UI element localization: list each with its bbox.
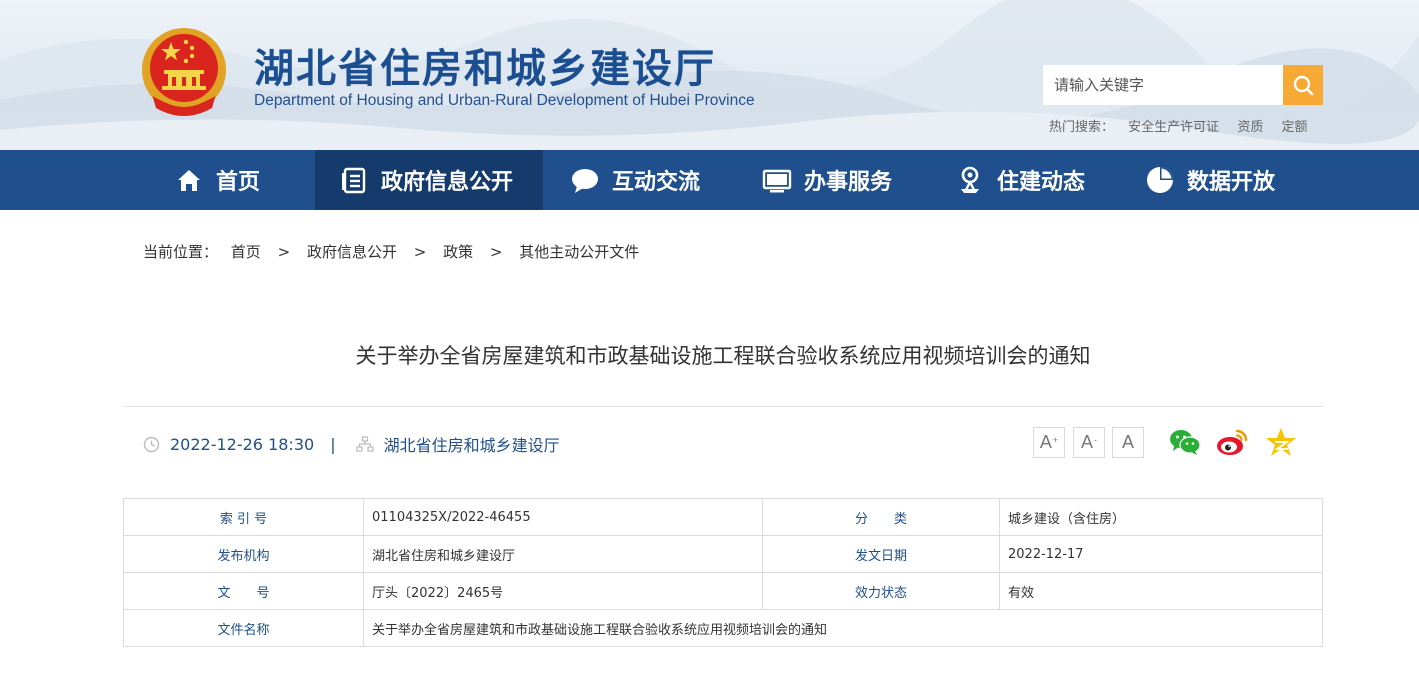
nav-item-home[interactable]: 首页 bbox=[160, 150, 274, 210]
pie-chart-icon bbox=[1145, 165, 1175, 195]
docno-label: 文 号 bbox=[123, 572, 364, 610]
nav-item-data[interactable]: 数据开放 bbox=[1145, 150, 1275, 210]
table-row: 文件名称 关于举办全省房屋建筑和市政基础设施工程联合验收系统应用视频培训会的通知 bbox=[123, 609, 1323, 647]
filename-label: 文件名称 bbox=[123, 609, 364, 647]
clock-icon bbox=[143, 436, 160, 453]
nav-item-label: 首页 bbox=[216, 170, 261, 195]
chat-bubble-icon bbox=[570, 165, 600, 195]
font-increase-button[interactable]: A + bbox=[1033, 427, 1065, 458]
breadcrumb-item[interactable]: 首页 bbox=[231, 243, 261, 261]
home-icon bbox=[174, 165, 204, 195]
breadcrumb-label: 当前位置： bbox=[143, 243, 219, 261]
nav-item-interaction[interactable]: 互动交流 bbox=[570, 150, 700, 210]
nav-item-label: 政府信息公开 bbox=[381, 170, 514, 195]
category-label: 分 类 bbox=[762, 498, 1000, 536]
table-row: 索 引 号 01104325X/2022-46455 分 类 城乡建设（含住房） bbox=[123, 498, 1323, 536]
monitor-icon bbox=[762, 165, 792, 195]
divider bbox=[123, 406, 1323, 407]
site-title: 湖北省住房和城乡建设厅 bbox=[254, 45, 716, 92]
national-emblem-icon bbox=[142, 28, 226, 116]
breadcrumb-separator: > bbox=[413, 243, 427, 261]
publish-datetime: 2022-12-26 18:30 bbox=[170, 434, 315, 454]
search-input[interactable] bbox=[1043, 65, 1283, 105]
publish-source: 湖北省住房和城乡建设厅 bbox=[383, 436, 560, 455]
status-label: 效力状态 bbox=[762, 572, 1000, 610]
nav-item-label: 办事服务 bbox=[804, 170, 893, 195]
article-meta: 2022-12-26 18:30 | 湖北省住房和城乡建设厅 bbox=[143, 432, 560, 456]
nav-item-label: 数据开放 bbox=[1187, 170, 1276, 195]
article-title: 关于举办全省房屋建筑和市政基础设施工程联合验收系统应用视频培训会的通知 bbox=[355, 344, 1091, 368]
category-value: 城乡建设（含住房） bbox=[999, 498, 1323, 536]
filename-value: 关于举办全省房屋建筑和市政基础设施工程联合验收系统应用视频培训会的通知 bbox=[363, 609, 1323, 647]
breadcrumb-item[interactable]: 政府信息公开 bbox=[307, 243, 397, 261]
hot-link[interactable]: 资质 bbox=[1237, 120, 1263, 135]
weibo-icon bbox=[1217, 429, 1248, 455]
breadcrumb: 当前位置： 首页 > 政府信息公开 > 政策 > 其他主动公开文件 bbox=[143, 241, 639, 262]
nav-item-news[interactable]: 住建动态 bbox=[955, 150, 1085, 210]
index-label: 索 引 号 bbox=[123, 498, 364, 536]
breadcrumb-item[interactable]: 政策 bbox=[443, 243, 473, 261]
nav-item-services[interactable]: 办事服务 bbox=[762, 150, 892, 210]
breadcrumb-separator: > bbox=[489, 243, 503, 261]
publisher-value: 湖北省住房和城乡建设厅 bbox=[363, 535, 763, 573]
nav-item-label: 住建动态 bbox=[997, 170, 1086, 195]
meta-divider: | bbox=[330, 434, 336, 454]
organization-icon bbox=[355, 435, 374, 453]
nav-item-label: 互动交流 bbox=[612, 170, 701, 195]
docno-value: 厅头〔2022〕2465号 bbox=[363, 572, 763, 610]
wechat-icon bbox=[1170, 430, 1201, 455]
index-value: 01104325X/2022-46455 bbox=[363, 498, 763, 536]
table-row: 发布机构 湖北省住房和城乡建设厅 发文日期 2022-12-17 bbox=[123, 535, 1323, 573]
hot-search: 热门搜索： 安全生产许可证 资质 定额 bbox=[1049, 116, 1321, 135]
nav-item-gov-info[interactable]: 政府信息公开 bbox=[315, 150, 543, 210]
site-header: 湖北省住房和城乡建设厅 Department of Housing and Ur… bbox=[0, 0, 1419, 150]
font-decrease-button[interactable]: A- bbox=[1073, 427, 1105, 458]
location-pin-icon bbox=[955, 165, 985, 195]
date-label: 发文日期 bbox=[762, 535, 1000, 573]
document-info-table: 索 引 号 01104325X/2022-46455 分 类 城乡建设（含住房）… bbox=[123, 498, 1323, 647]
share-weibo-button[interactable] bbox=[1215, 426, 1249, 458]
table-row: 文 号 厅头〔2022〕2465号 效力状态 有效 bbox=[123, 572, 1323, 610]
document-list-icon bbox=[339, 165, 369, 195]
hot-link[interactable]: 安全生产许可证 bbox=[1128, 120, 1219, 135]
hot-search-label: 热门搜索： bbox=[1049, 120, 1115, 135]
site-subtitle: Department of Housing and Urban-Rural De… bbox=[254, 92, 755, 109]
search-icon bbox=[1293, 75, 1314, 96]
font-reset-button[interactable]: A bbox=[1112, 427, 1144, 458]
publisher-label: 发布机构 bbox=[123, 535, 364, 573]
breadcrumb-separator: > bbox=[277, 243, 291, 261]
share-wechat-button[interactable] bbox=[1168, 426, 1202, 458]
date-value: 2022-12-17 bbox=[999, 535, 1323, 573]
main-nav: 首页 政府信息公开 互动交流 办事服务 住建动态 数据开放 bbox=[0, 150, 1419, 210]
qzone-icon bbox=[1266, 428, 1296, 456]
status-value: 有效 bbox=[999, 572, 1323, 610]
hot-link[interactable]: 定额 bbox=[1281, 120, 1307, 135]
breadcrumb-item[interactable]: 其他主动公开文件 bbox=[519, 243, 639, 261]
search-button[interactable] bbox=[1283, 65, 1323, 105]
share-qzone-button[interactable] bbox=[1264, 426, 1298, 458]
